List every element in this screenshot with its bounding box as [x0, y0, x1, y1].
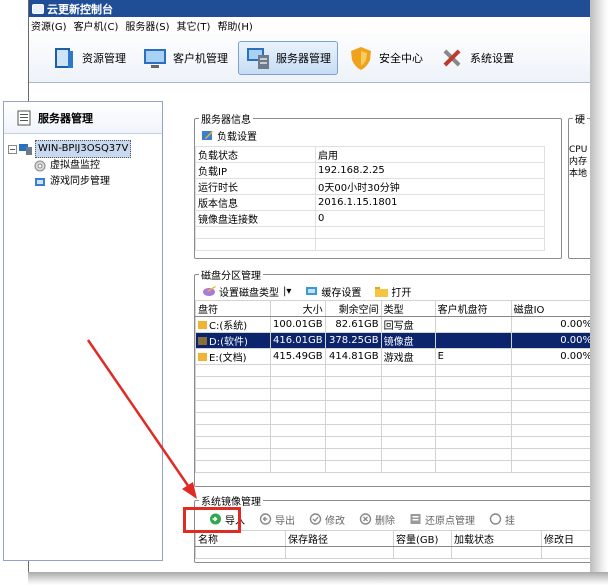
window-shadow-bottom: [28, 572, 608, 585]
window-shadow-right: [590, 0, 608, 585]
annotation-arrow: [86, 339, 197, 499]
